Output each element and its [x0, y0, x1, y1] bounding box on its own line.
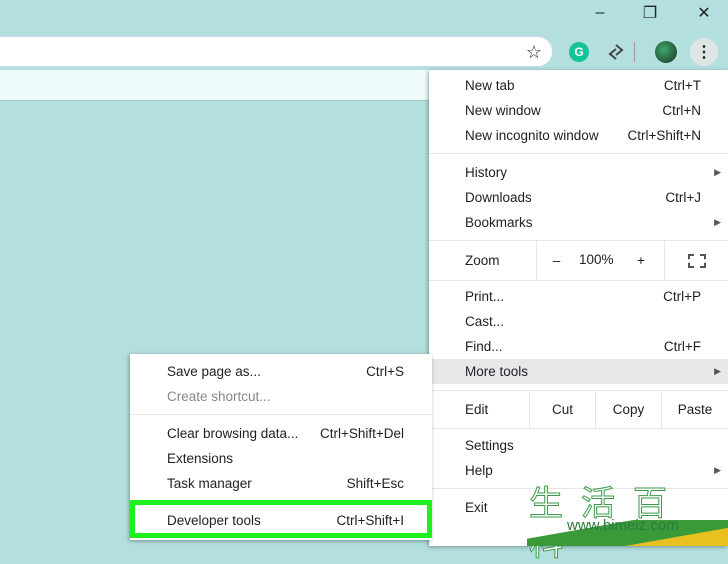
- fullscreen-icon[interactable]: [664, 241, 728, 280]
- chrome-menu: New tab Ctrl+T New window Ctrl+N New incog…: [429, 70, 728, 546]
- zoom-out-button[interactable]: –: [536, 241, 576, 280]
- submenu-item-save-page[interactable]: Save page as... Ctrl+S: [130, 359, 432, 384]
- avatar[interactable]: [654, 40, 678, 64]
- watermark-logo: 生活百科 www.bimeiz.com: [527, 484, 728, 564]
- grammarly-icon[interactable]: G: [567, 40, 591, 64]
- more-tools-submenu: Save page as... Ctrl+S Create shortcut...…: [130, 354, 432, 540]
- cut-button[interactable]: Cut: [529, 391, 595, 428]
- copy-button[interactable]: Copy: [595, 391, 661, 428]
- restore-button[interactable]: ❐: [630, 0, 670, 26]
- paste-button[interactable]: Paste: [661, 391, 728, 428]
- close-button[interactable]: ✕: [684, 0, 724, 26]
- highlight-box: [130, 500, 432, 538]
- menu-item-new-window[interactable]: New window Ctrl+N: [429, 98, 728, 123]
- bookmarks-bar: [0, 70, 429, 101]
- menu-item-settings[interactable]: Settings: [429, 433, 728, 458]
- submenu-item-extensions[interactable]: Extensions: [130, 446, 432, 471]
- menu-item-downloads[interactable]: Downloads Ctrl+J: [429, 185, 728, 210]
- submenu-arrow-icon: ▶: [714, 366, 721, 376]
- submenu-arrow-icon: ▶: [714, 217, 721, 227]
- zoom-value: 100%: [579, 252, 614, 267]
- menu-item-history[interactable]: History ▶: [429, 160, 728, 185]
- menu-item-find[interactable]: Find... Ctrl+F: [429, 334, 728, 359]
- menu-item-new-tab[interactable]: New tab Ctrl+T: [429, 73, 728, 98]
- submenu-item-clear-browsing-data[interactable]: Clear browsing data... Ctrl+Shift+Del: [130, 421, 432, 446]
- submenu-arrow-icon: ▶: [714, 465, 721, 475]
- star-icon[interactable]: ☆: [522, 40, 546, 64]
- zoom-label: Zoom: [465, 253, 500, 268]
- menu-dots-icon[interactable]: ⋮: [690, 38, 718, 66]
- menu-item-new-incognito[interactable]: New incognito window Ctrl+Shift+N: [429, 123, 728, 148]
- toolbar-divider: [634, 42, 635, 62]
- submenu-item-create-shortcut[interactable]: Create shortcut...: [130, 384, 432, 409]
- menu-item-help[interactable]: Help ▶: [429, 458, 728, 483]
- menu-item-cast[interactable]: Cast...: [429, 309, 728, 334]
- zoom-in-button[interactable]: +: [621, 241, 661, 280]
- zoom-row: Zoom – 100% +: [429, 241, 728, 280]
- edit-row: Edit Cut Copy Paste: [429, 391, 728, 428]
- minimize-button[interactable]: –: [580, 0, 620, 26]
- submenu-arrow-icon: ▶: [714, 167, 721, 177]
- menu-item-more-tools[interactable]: More tools ▶: [429, 359, 728, 384]
- menu-item-bookmarks[interactable]: Bookmarks ▶: [429, 210, 728, 235]
- menu-item-print[interactable]: Print... Ctrl+P: [429, 284, 728, 309]
- extension-icon[interactable]: [604, 40, 628, 64]
- edit-label: Edit: [465, 402, 489, 417]
- submenu-item-task-manager[interactable]: Task manager Shift+Esc: [130, 471, 432, 496]
- address-bar[interactable]: [0, 36, 553, 67]
